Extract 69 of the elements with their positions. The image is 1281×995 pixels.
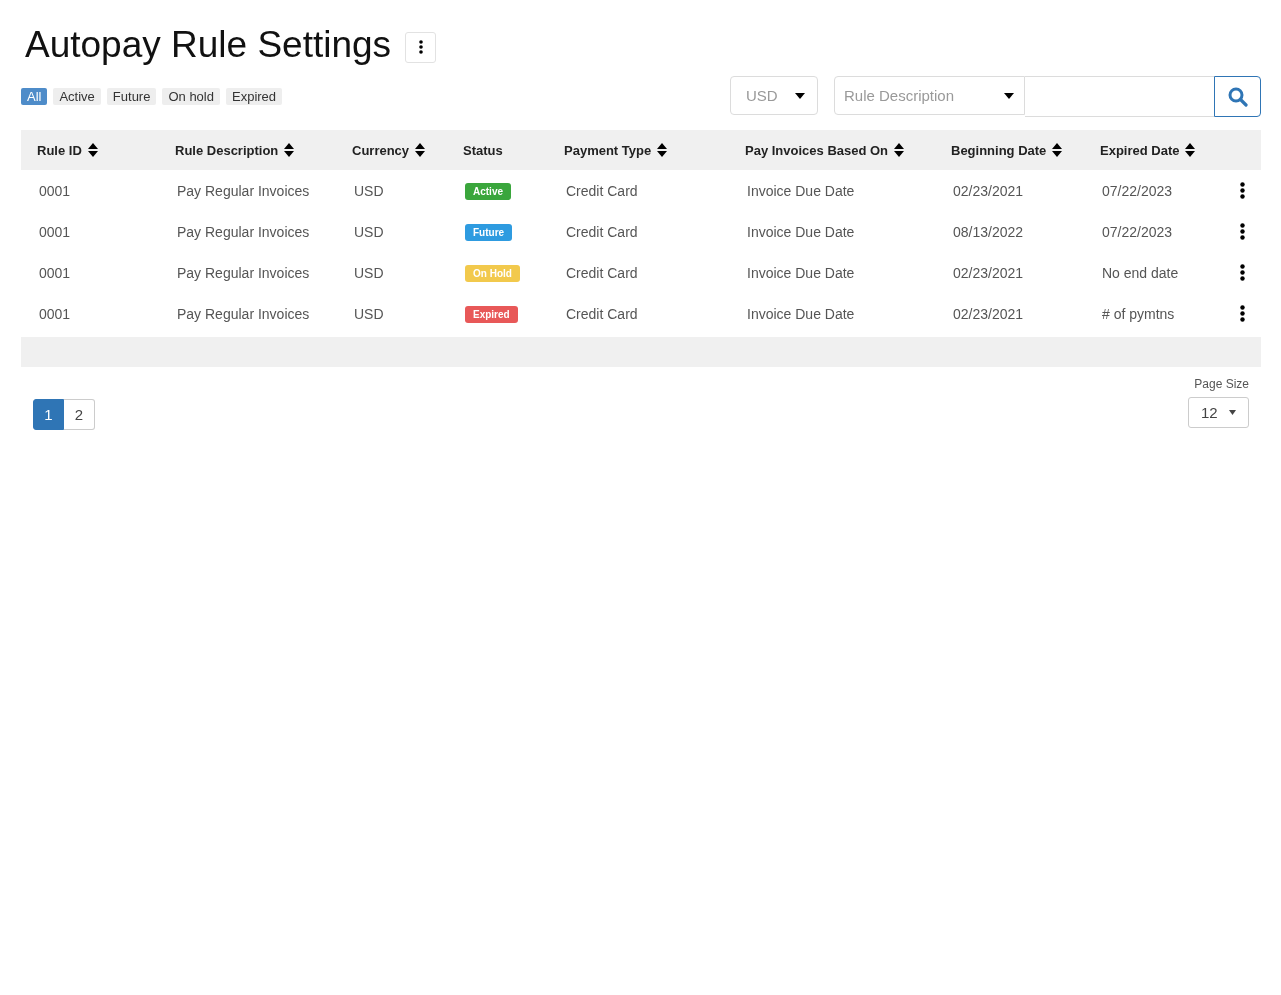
sort-icon — [894, 143, 905, 157]
sort-icon — [415, 143, 426, 157]
sort-icon — [1052, 143, 1063, 157]
table-cell: USD — [354, 182, 384, 199]
table-cell: Invoice Due Date — [747, 182, 855, 199]
sort-icon — [284, 143, 295, 157]
page-size-label: Page Size — [1194, 377, 1249, 391]
row-menu-icon[interactable] — [1239, 223, 1245, 240]
table-cell: 08/13/2022 — [953, 223, 1024, 240]
page-title: Autopay Rule Settings — [25, 24, 392, 66]
search-button[interactable] — [1214, 76, 1261, 117]
more-options-button[interactable] — [405, 31, 437, 63]
sort-icon — [1185, 143, 1196, 157]
row-menu-icon[interactable] — [1239, 305, 1245, 322]
column-header[interactable]: Rule Description — [175, 142, 295, 158]
page-button[interactable]: 1 — [33, 399, 64, 430]
caret-icon — [1004, 92, 1014, 99]
status-badge: On Hold — [465, 264, 520, 282]
column-header[interactable]: Status — [463, 142, 503, 158]
filter-tab[interactable]: Future — [106, 88, 157, 105]
column-header[interactable]: Payment Type — [564, 142, 668, 158]
status-badge: Active — [465, 182, 511, 200]
table-cell: 0001 — [39, 182, 71, 199]
sort-icon — [657, 143, 668, 157]
caret-icon — [1229, 410, 1236, 415]
filter-tab[interactable]: All — [21, 88, 48, 105]
table-cell: Credit Card — [566, 223, 638, 240]
table-cell: 07/22/2023 — [1102, 182, 1173, 199]
column-header[interactable]: Rule ID — [37, 142, 98, 158]
table-cell: 02/23/2021 — [953, 305, 1024, 322]
column-header[interactable]: Currency — [352, 142, 426, 158]
table-cell: USD — [354, 264, 384, 281]
table-cell: Invoice Due Date — [747, 305, 855, 322]
filter-tab[interactable]: Expired — [226, 88, 283, 105]
row-menu-icon[interactable] — [1239, 182, 1245, 199]
table-cell: Pay Regular Invoices — [177, 305, 310, 322]
table-cell: USD — [354, 223, 384, 240]
kebab-menu-icon — [418, 40, 423, 54]
filter-tab[interactable]: Active — [53, 88, 101, 105]
table-cell: Pay Regular Invoices — [177, 264, 310, 281]
table-cell: Credit Card — [566, 264, 638, 281]
status-badge: Future — [465, 223, 513, 241]
table-cell: Credit Card — [566, 305, 638, 322]
caret-icon — [795, 92, 805, 99]
column-header[interactable]: Expired Date — [1100, 142, 1196, 158]
sort-icon — [87, 143, 98, 157]
table-cell: 0001 — [39, 223, 71, 240]
table-cell: Invoice Due Date — [747, 264, 855, 281]
table-cell: Pay Regular Invoices — [177, 223, 310, 240]
status-badge: Expired — [465, 305, 518, 323]
page-size-select[interactable]: 12 — [1188, 397, 1249, 428]
table-cell: 02/23/2021 — [953, 264, 1024, 281]
table-cell: 07/22/2023 — [1102, 223, 1173, 240]
table-cell: 0001 — [39, 305, 71, 322]
table-cell: Credit Card — [566, 182, 638, 199]
column-header[interactable]: Pay Invoices Based On — [745, 142, 905, 158]
table-cell: USD — [354, 305, 384, 322]
search-icon — [1227, 86, 1248, 107]
table-cell: 0001 — [39, 264, 71, 281]
page-button[interactable]: 2 — [64, 399, 95, 430]
table-cell: # of pymtns — [1102, 305, 1175, 322]
table-cell: Pay Regular Invoices — [177, 182, 310, 199]
row-menu-icon[interactable] — [1239, 264, 1245, 281]
column-header[interactable]: Beginning Date — [951, 142, 1063, 158]
search-input[interactable] — [1025, 76, 1214, 117]
table-cell: No end date — [1102, 264, 1179, 281]
filter-tab[interactable]: On hold — [162, 88, 220, 105]
table-cell: 02/23/2021 — [953, 182, 1024, 199]
table-cell: Invoice Due Date — [747, 223, 855, 240]
